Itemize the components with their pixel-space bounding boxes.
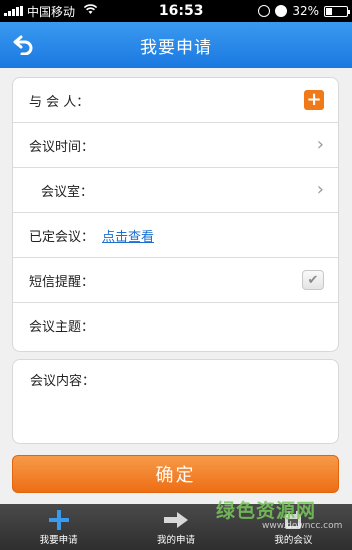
status-right: 32%: [258, 4, 350, 18]
rotation-lock-icon: [258, 5, 271, 17]
participants-label: 与 会 人：: [29, 94, 90, 110]
arrow-right-icon: [163, 508, 189, 532]
back-arrow-icon: [13, 35, 33, 55]
participants-row: 与 会 人： +: [13, 78, 338, 123]
sms-reminder-checkbox[interactable]: ✔: [302, 270, 324, 290]
calendar-icon: [283, 508, 303, 532]
meeting-room-label: 会议室：: [41, 184, 94, 200]
tab-my-applications-label: 我的申请: [156, 535, 195, 546]
battery-icon: [324, 5, 350, 17]
chevron-right-icon: ›: [316, 179, 324, 200]
meeting-content-field[interactable]: 会议内容：: [12, 359, 339, 444]
tab-apply-label: 我要申请: [39, 535, 78, 546]
chevron-right-icon: ›: [316, 134, 324, 155]
tab-my-applications[interactable]: 我的申请: [117, 504, 234, 550]
meeting-topic-label: 会议主题：: [29, 320, 95, 335]
status-left: 中国移动: [4, 3, 144, 20]
header-bar: 我要申请: [0, 22, 352, 68]
add-participant-button[interactable]: +: [304, 90, 324, 110]
confirm-button[interactable]: 确定: [12, 455, 339, 493]
tab-my-meetings[interactable]: 我的会议: [235, 504, 352, 550]
tab-apply[interactable]: 我要申请: [0, 504, 117, 550]
status-time: 16:53: [158, 3, 204, 19]
tab-my-meetings-label: 我的会议: [274, 535, 313, 546]
signal-icon: [4, 6, 23, 16]
application-form: 与 会 人： + 会议时间： › 会议室： › 已定会议： 点击查看 短信提醒：…: [12, 77, 339, 352]
plus-icon: [48, 508, 70, 532]
sms-reminder-label: 短信提醒：: [29, 274, 95, 290]
page-title: 我要申请: [140, 37, 212, 58]
meeting-time-label: 会议时间：: [29, 139, 95, 155]
bottom-tab-bar: 我要申请 我的申请 我的会议: [0, 504, 352, 550]
meeting-content-label: 会议内容：: [30, 374, 96, 389]
booked-meetings-row: 已定会议： 点击查看: [13, 213, 338, 258]
sms-reminder-row: 短信提醒： ✔: [13, 258, 338, 303]
view-booked-meetings-link[interactable]: 点击查看: [102, 226, 154, 245]
back-button[interactable]: [8, 30, 38, 60]
meeting-time-row[interactable]: 会议时间： ›: [13, 123, 338, 168]
status-bar: 中国移动 16:53 32%: [0, 0, 352, 22]
meeting-room-row[interactable]: 会议室： ›: [13, 168, 338, 213]
carrier-name: 中国移动: [27, 4, 76, 19]
meeting-topic-row[interactable]: 会议主题：: [13, 303, 338, 348]
battery-percent: 32%: [292, 4, 319, 18]
alarm-icon: [275, 5, 288, 17]
booked-meetings-label: 已定会议：: [29, 229, 95, 245]
wifi-icon: [83, 4, 98, 18]
